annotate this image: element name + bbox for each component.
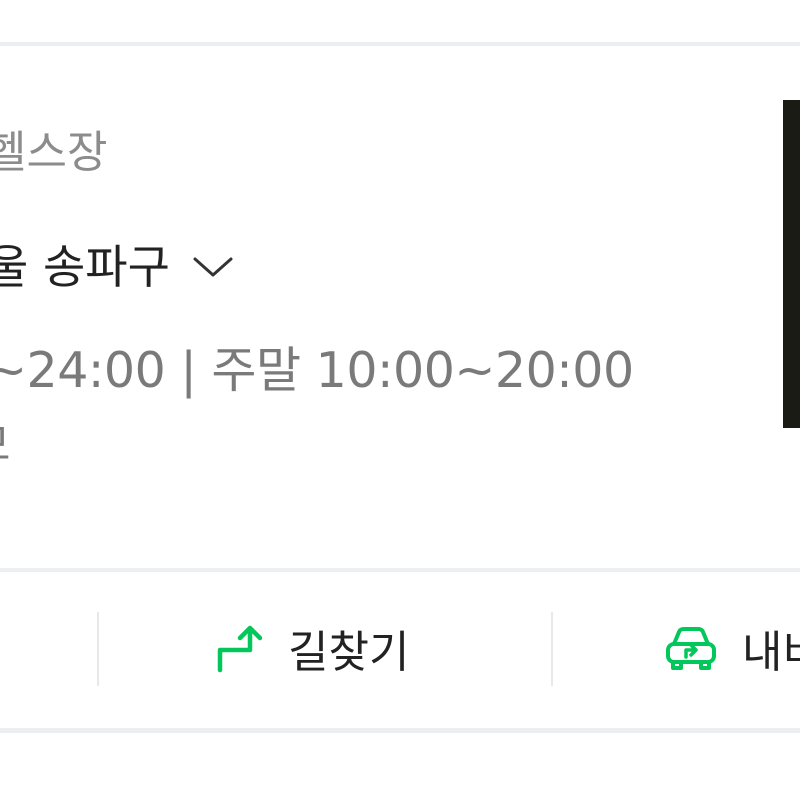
chevron-down-icon[interactable]: [192, 255, 234, 279]
navigation-label: 내비: [742, 627, 800, 678]
directions-button[interactable]: 길찾기: [214, 618, 409, 678]
navigation-button[interactable]: 내비: [664, 618, 800, 678]
directions-label: 길찾기: [288, 627, 410, 678]
action-bar: 길찾기 내비: [0, 572, 800, 728]
place-address[interactable]: 울 송파구: [0, 244, 234, 290]
place-category: 헬스장: [0, 127, 108, 178]
action-divider: [551, 612, 553, 686]
place-address-text: 울 송파구: [0, 240, 170, 294]
bottom-blank-area: [0, 733, 800, 800]
place-summary-card[interactable]: [0, 46, 800, 568]
action-divider: [97, 612, 99, 686]
place-photo-thumbnail[interactable]: [783, 100, 800, 428]
car-navigation-icon: [666, 627, 716, 670]
business-hours: ~24:00 | 주말 10:00~20:00: [0, 342, 634, 399]
place-info-screen: 헬스장 울 송파구 ~24:00 | 주말 10:00~20:00 모 길찾기: [0, 0, 800, 800]
place-extra-info: 모: [0, 424, 10, 468]
directions-arrow-icon: [217, 625, 262, 673]
